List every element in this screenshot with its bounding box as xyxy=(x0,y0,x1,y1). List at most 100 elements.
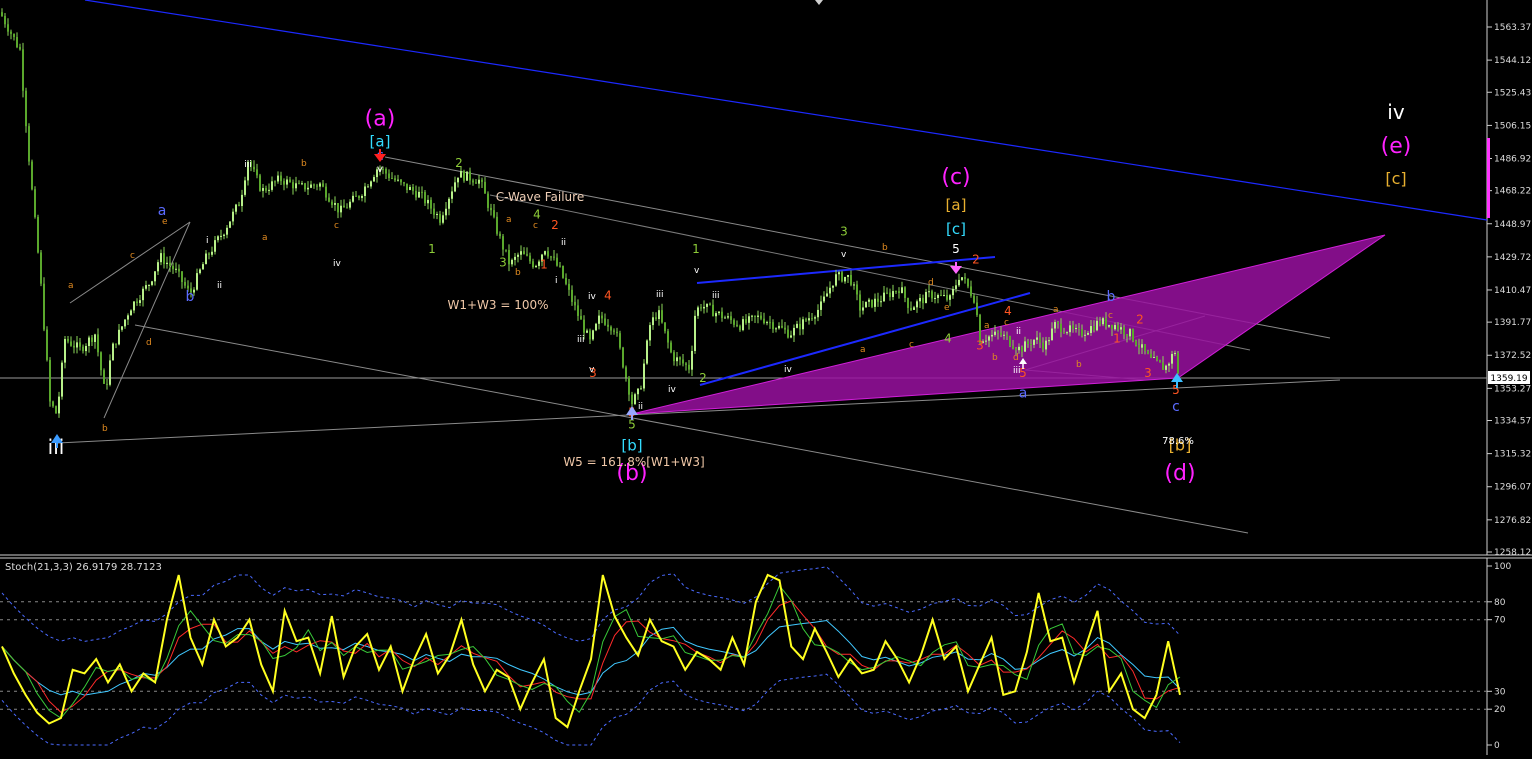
fib-w1-w3-label: W1+W3 = 100% xyxy=(447,298,548,312)
sub-label-v3: v xyxy=(841,250,847,260)
chart-root: 1563.37 1544.12 1525.43 1506.15 1486.92 1468.… xyxy=(0,0,1532,755)
candle xyxy=(1177,350,1179,374)
sub-label-iii2: iii xyxy=(656,290,664,300)
sub-label-iv4: iv xyxy=(784,365,793,375)
stoch-indicator-label: Stoch(21,3,3) 26.9179 28.7123 xyxy=(5,562,162,573)
current-price-label: 1359.19 xyxy=(1490,374,1527,384)
sub-label-ii2: ii xyxy=(561,238,566,248)
candle xyxy=(1132,328,1134,343)
sub-label-a: a xyxy=(68,281,74,291)
c-wave-failure-label: C-Wave Failure xyxy=(496,190,584,204)
price-tick-label: 1563.37 xyxy=(1494,23,1531,33)
sub-label-a6: a xyxy=(1053,305,1059,315)
price-tick-label: 1544.12 xyxy=(1494,56,1531,66)
sub-label-c2: c xyxy=(334,221,339,231)
candle xyxy=(865,301,867,308)
wave-label: b xyxy=(186,289,195,305)
candle xyxy=(634,392,636,406)
sub-label-e4: e xyxy=(944,303,950,313)
sub-label-b: b xyxy=(102,424,108,434)
wave-label: 4 xyxy=(533,208,541,222)
candle xyxy=(22,42,24,98)
candle xyxy=(259,173,261,192)
wave-label: 3 xyxy=(1144,366,1152,380)
sub-label-iii5: iii xyxy=(1013,366,1021,376)
candle xyxy=(646,339,648,365)
sub-label-b2: b xyxy=(301,159,307,169)
current-price-tag: 1359.19 xyxy=(1488,371,1530,384)
fib-786-label: 78.6% xyxy=(1162,436,1194,447)
price-tick-label: 1372.52 xyxy=(1494,351,1531,361)
candle xyxy=(595,322,597,332)
wave-label: b xyxy=(1107,289,1116,305)
sub-label-iv3: iv xyxy=(668,385,677,395)
sub-label-i2: i xyxy=(555,276,558,286)
price-tick-label: 1525.43 xyxy=(1494,88,1531,98)
wave-label: 3 xyxy=(840,225,848,239)
price-tick-label: 1276.82 xyxy=(1494,516,1531,526)
wave-label: 4 xyxy=(944,331,952,345)
sub-label-i: i xyxy=(206,236,209,246)
candle xyxy=(229,221,231,229)
price-tick-label: 1486.92 xyxy=(1494,154,1531,164)
osc-tick-label: 30 xyxy=(1494,687,1506,697)
price-tick-label: 1315.32 xyxy=(1494,450,1531,460)
wave-label: 2 xyxy=(1136,312,1144,326)
wave-label: (e) xyxy=(1381,134,1412,159)
wave-label: a xyxy=(1019,385,1028,401)
candle xyxy=(1009,335,1011,348)
wave-label: 1 xyxy=(540,257,548,271)
candle xyxy=(46,326,48,362)
sub-label-c6: c xyxy=(1108,311,1113,321)
sub-label-v2: v xyxy=(694,266,700,276)
sub-label-a3: a xyxy=(506,215,512,225)
wave-label: 1 xyxy=(428,242,436,256)
candle xyxy=(871,299,873,309)
price-tick-label: 1353.27 xyxy=(1494,384,1531,394)
wave-label: [c] xyxy=(1385,169,1406,188)
candle xyxy=(112,342,114,361)
candle xyxy=(1159,359,1161,363)
sub-label-iii: iii xyxy=(577,335,585,345)
sub-label-d5: d xyxy=(1013,353,1019,363)
wave-label: 1 xyxy=(692,242,700,256)
wave-label: 3 xyxy=(499,256,507,270)
sub-label-iv2: iv xyxy=(588,292,597,302)
price-tick-label: 1296.07 xyxy=(1494,483,1531,493)
sub-label-a4: a xyxy=(860,345,866,355)
sub-label-a2: a xyxy=(262,233,268,243)
sub-label-b3: b xyxy=(515,268,521,278)
sub-label-b4: b xyxy=(882,243,888,253)
sub-label-ii3: ii xyxy=(638,402,643,412)
osc-tick-label: 20 xyxy=(1494,705,1506,715)
sub-label-d: d xyxy=(146,338,152,348)
candle xyxy=(43,277,45,332)
wave-label: 2 xyxy=(551,218,559,232)
wave-label: (d) xyxy=(1164,461,1195,486)
candle xyxy=(694,310,696,354)
candle xyxy=(61,360,63,400)
wave-label: [b] xyxy=(621,437,642,455)
sub-label-d4: d xyxy=(928,278,934,288)
wave-label: 5 xyxy=(952,242,960,256)
candle xyxy=(37,214,39,254)
price-tick-label: 1429.72 xyxy=(1494,253,1531,263)
wave-label: iii xyxy=(244,160,252,170)
sub-label-v: v xyxy=(589,365,595,375)
candle xyxy=(622,346,624,369)
candle xyxy=(562,265,564,279)
price-tick-label: 1391.77 xyxy=(1494,318,1531,328)
osc-tick-label: 100 xyxy=(1494,562,1511,572)
price-chart-svg: 1563.37 1544.12 1525.43 1506.15 1486.92 1468.… xyxy=(0,0,1532,755)
price-tick-label: 1334.57 xyxy=(1494,417,1531,427)
price-axis-highlight xyxy=(1487,138,1490,218)
wave-label: 3 xyxy=(976,338,984,352)
osc-tick-label: 80 xyxy=(1494,598,1506,608)
candle xyxy=(25,87,27,133)
wave-label: c xyxy=(1172,399,1180,415)
wave-label: 1 xyxy=(1113,331,1121,345)
osc-tick-label: 70 xyxy=(1494,616,1506,626)
sub-label-c5: c xyxy=(1004,318,1009,328)
candle xyxy=(841,270,843,283)
sub-label-c4: c xyxy=(909,340,914,350)
